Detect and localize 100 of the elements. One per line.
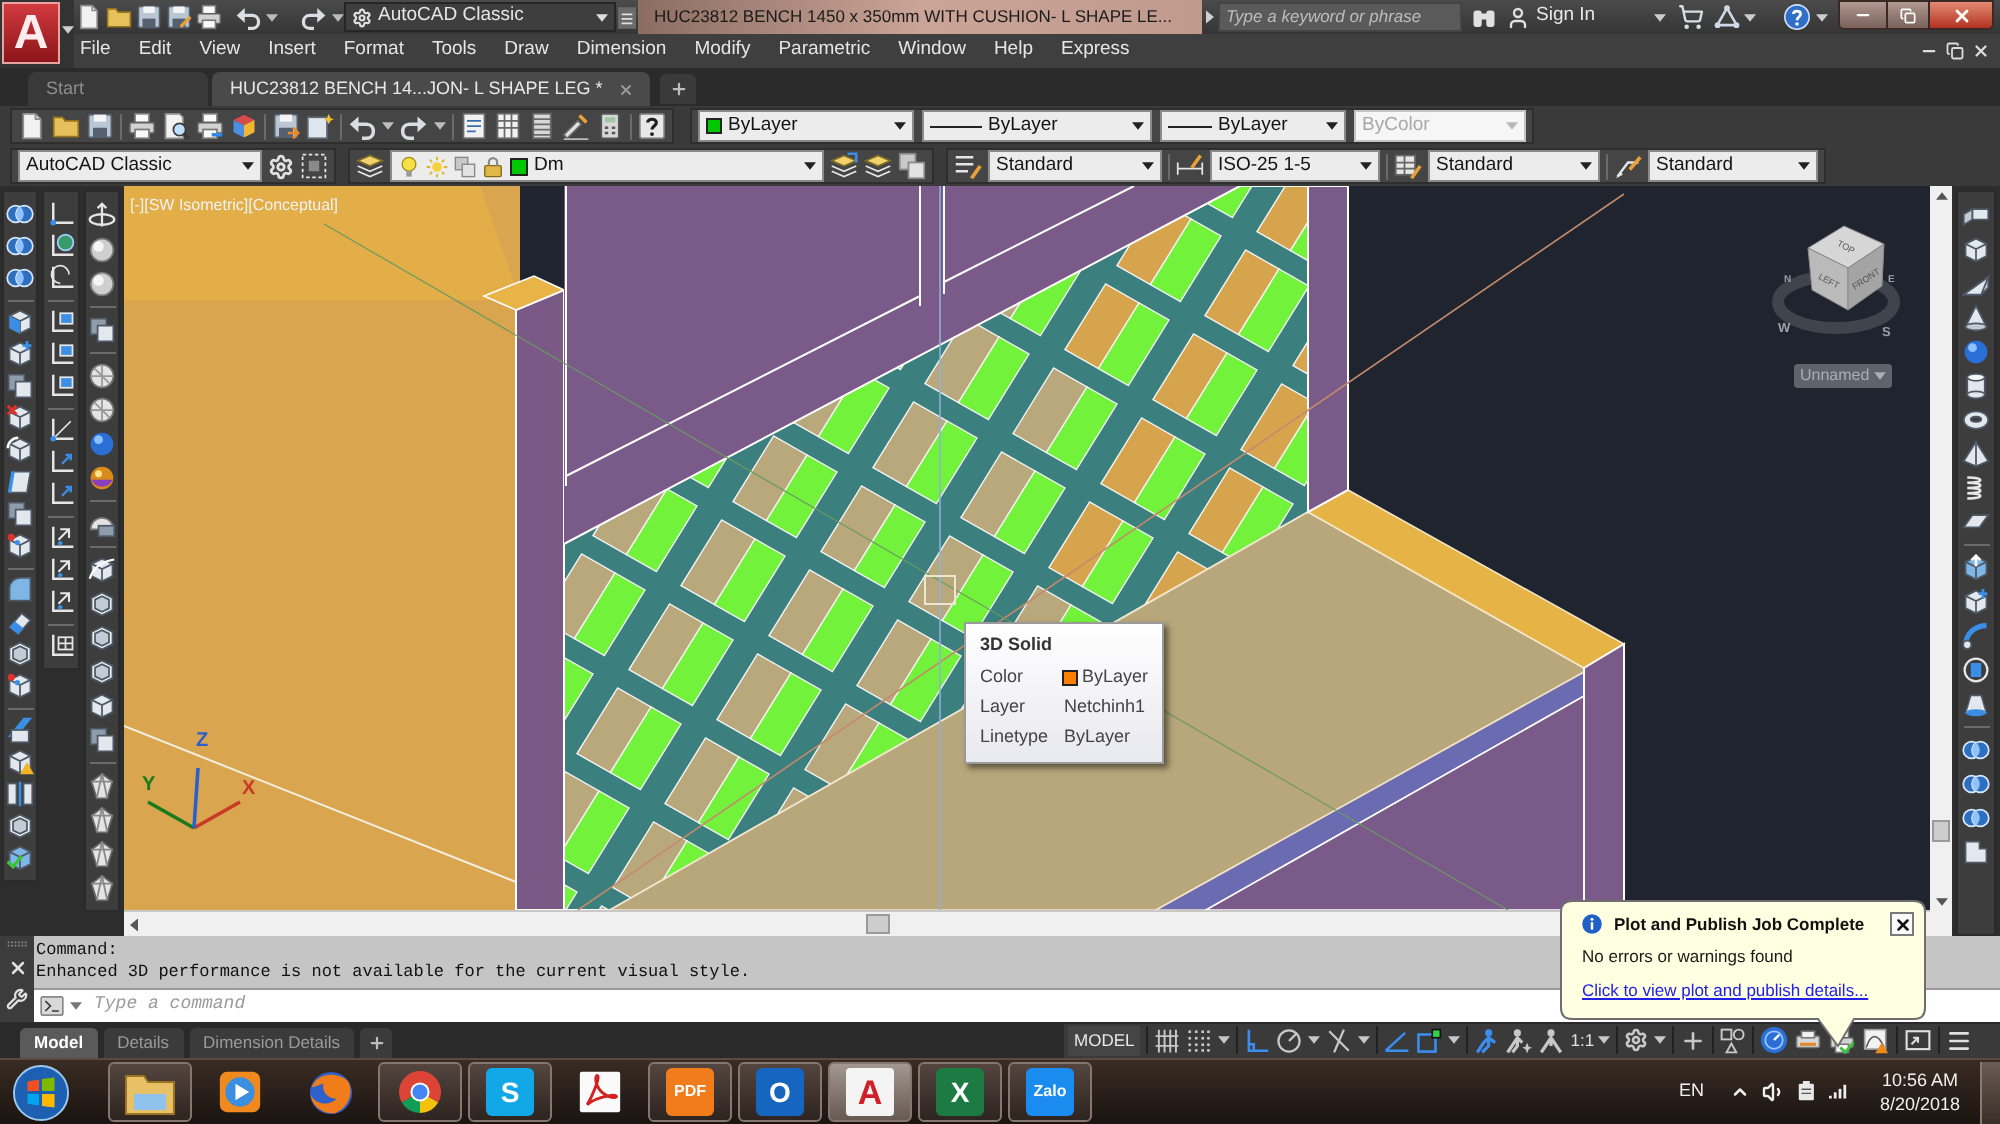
file-tab[interactable]: HUC23812 BENCH 14...JON- L SHAPE LEG * xyxy=(212,72,651,106)
printer-icon[interactable] xyxy=(196,4,222,30)
dropdown[interactable]: Dm xyxy=(390,150,824,182)
cube-stack-icon[interactable] xyxy=(6,500,34,528)
folder-icon[interactable] xyxy=(106,4,132,30)
gem-icon[interactable] xyxy=(88,839,116,867)
gem-icon[interactable] xyxy=(88,873,116,901)
caret-left-icon[interactable] xyxy=(130,917,138,931)
menu-item[interactable]: Help xyxy=(993,36,1033,66)
snap-square-icon[interactable] xyxy=(1416,1027,1443,1053)
dropdown[interactable]: AutoCAD Classic xyxy=(18,150,262,182)
triangle-nodes-icon[interactable] xyxy=(1713,4,1740,30)
printer-icon[interactable] xyxy=(128,112,156,140)
caret-down-icon[interactable] xyxy=(266,13,279,21)
cube-dots-icon[interactable] xyxy=(6,532,34,560)
shaded-ball-icon[interactable] xyxy=(88,269,116,297)
grid-icon[interactable] xyxy=(1154,1027,1181,1053)
scroll-thumb[interactable] xyxy=(1932,820,1950,842)
calculator-icon[interactable] xyxy=(596,112,624,140)
taskbar-button[interactable]: A xyxy=(828,1062,912,1122)
picture-warning-icon[interactable] xyxy=(1862,1027,1891,1053)
menu-item[interactable]: Format xyxy=(343,36,404,66)
axes-globe-icon[interactable] xyxy=(47,232,75,260)
layout-tab[interactable]: Model xyxy=(20,1028,98,1058)
cone-icon[interactable] xyxy=(1962,303,1990,331)
annotation-scale-button[interactable]: 1:1 xyxy=(1570,1027,1611,1053)
menu-item[interactable]: Express xyxy=(1060,36,1130,66)
menu-icon[interactable] xyxy=(1946,1027,1973,1053)
cube-stack-icon[interactable] xyxy=(88,725,116,753)
printer-tray-icon[interactable] xyxy=(1794,1027,1823,1053)
ball-icon[interactable] xyxy=(88,429,116,457)
caret-down-icon[interactable] xyxy=(1653,13,1666,21)
gear-icon[interactable] xyxy=(1624,1028,1649,1052)
caret-down-icon[interactable] xyxy=(1448,1036,1461,1044)
cube-up-icon[interactable] xyxy=(1962,553,1990,581)
layer-sheets-icon[interactable] xyxy=(898,152,926,180)
menu-item[interactable]: Insert xyxy=(268,36,316,66)
speaker-icon[interactable] xyxy=(1762,1080,1786,1104)
axes-curve-icon[interactable] xyxy=(47,264,75,292)
layout-tab[interactable]: Dimension Details xyxy=(189,1028,355,1058)
axes-cube-icon[interactable] xyxy=(47,308,75,336)
cube-plane-icon[interactable] xyxy=(6,716,34,744)
model-space-button[interactable]: MODEL xyxy=(1068,1025,1141,1055)
caret-down-icon[interactable] xyxy=(1218,1036,1231,1044)
dropdown[interactable]: ByLayer xyxy=(922,110,1152,142)
crossed-lines-icon[interactable] xyxy=(1326,1027,1353,1053)
cube-cross-icon[interactable] xyxy=(6,404,34,432)
taskbar-button[interactable]: X xyxy=(918,1062,1002,1122)
scroll-thumb[interactable] xyxy=(866,914,890,934)
taskbar-button[interactable] xyxy=(108,1062,192,1122)
signal-bars-icon[interactable] xyxy=(1828,1081,1852,1103)
menu-item[interactable]: Dimension xyxy=(576,36,667,66)
orbit-icon[interactable] xyxy=(88,201,116,229)
minimize-window-button[interactable] xyxy=(1838,0,1888,30)
application-menu-button[interactable]: A xyxy=(0,0,74,68)
view-cube-drawing[interactable] xyxy=(1807,225,1885,311)
sheet-list-icon[interactable] xyxy=(460,112,488,140)
caret-down-icon[interactable] xyxy=(1935,898,1947,906)
cube-frame-icon[interactable] xyxy=(6,640,34,668)
vertical-scrollbar[interactable] xyxy=(1930,186,1952,936)
cube-slant-icon[interactable] xyxy=(6,468,34,496)
menu-lines-icon[interactable] xyxy=(618,5,636,29)
gem-icon[interactable] xyxy=(88,805,116,833)
shapes-icon[interactable] xyxy=(1720,1027,1747,1053)
axes-arrow-icon[interactable] xyxy=(47,524,75,552)
device-icon[interactable] xyxy=(1796,1080,1818,1104)
plus-icon[interactable] xyxy=(1680,1027,1707,1053)
dropdown[interactable]: ISO-25 1-5 xyxy=(1210,150,1380,182)
glossy-ball-icon[interactable] xyxy=(88,463,116,491)
figure-icon[interactable] xyxy=(1474,1027,1501,1053)
cube-dots-icon[interactable] xyxy=(6,672,34,700)
cube-frame-icon[interactable] xyxy=(88,589,116,617)
figure-star-icon[interactable] xyxy=(1506,1027,1533,1053)
right-angle-icon[interactable] xyxy=(1244,1027,1271,1053)
menu-item[interactable]: Draw xyxy=(504,36,549,66)
faceted-ball-icon[interactable] xyxy=(88,361,116,389)
colorful-cube-icon[interactable] xyxy=(230,112,258,140)
cube-frame-icon[interactable] xyxy=(88,657,116,685)
cube-frame-icon[interactable] xyxy=(6,812,34,840)
grip-icon[interactable] xyxy=(5,940,29,948)
cube-face-icon[interactable] xyxy=(6,308,34,336)
cube-round-icon[interactable] xyxy=(6,576,34,604)
cube-plus-icon[interactable] xyxy=(6,340,34,368)
gauge-icon[interactable] xyxy=(1760,1026,1789,1054)
search-field[interactable]: Type a keyword or phrase xyxy=(1218,2,1462,32)
cube-plus-icon[interactable] xyxy=(1962,587,1990,615)
cube-warning-icon[interactable] xyxy=(6,748,34,776)
clock-date[interactable]: 8/20/2018 xyxy=(1879,1092,1961,1116)
angle-icon[interactable] xyxy=(1384,1027,1411,1053)
axes-arrow-icon[interactable] xyxy=(47,588,75,616)
start-button[interactable] xyxy=(8,1061,72,1123)
page-icon[interactable] xyxy=(76,4,102,30)
axes-cube-icon[interactable] xyxy=(47,340,75,368)
workspace-dropdown[interactable]: AutoCAD Classic xyxy=(344,2,616,32)
layout-tab[interactable]: Details xyxy=(103,1028,184,1058)
leader-brush-icon[interactable] xyxy=(1614,152,1642,180)
polar-dial-icon[interactable] xyxy=(1276,1027,1303,1053)
gem-icon[interactable] xyxy=(88,771,116,799)
pyramid-icon[interactable] xyxy=(1962,439,1990,467)
caret-down-icon[interactable] xyxy=(1358,1036,1371,1044)
